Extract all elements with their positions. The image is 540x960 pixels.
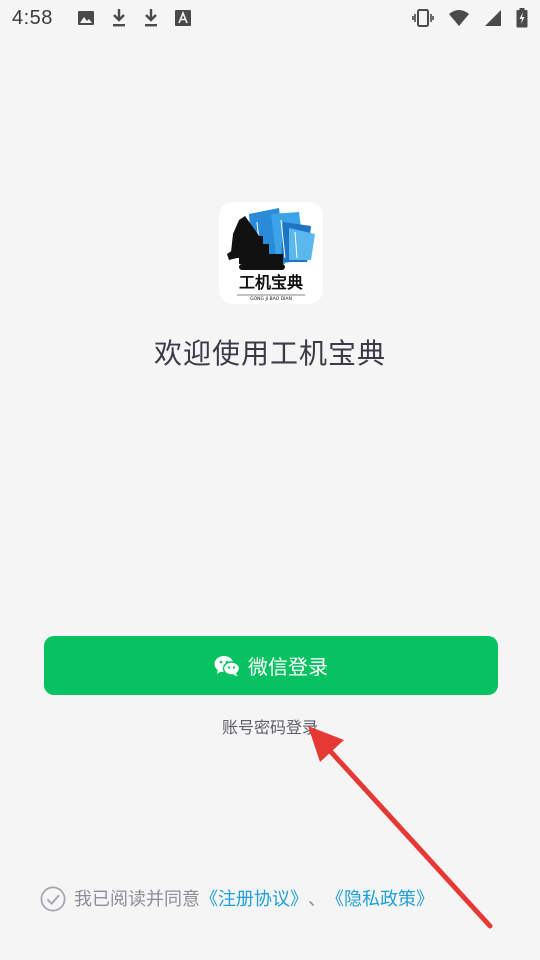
status-bar: 4:58 xyxy=(0,0,540,36)
wechat-login-button[interactable]: 微信登录 xyxy=(44,636,498,695)
agreement-row: 我已阅读并同意 《注册协议》 、 《隐私政策》 xyxy=(40,885,434,912)
logo-subtext: GONG JI BAO DIAN xyxy=(250,296,292,302)
wechat-login-label: 微信登录 xyxy=(248,655,328,679)
battery-charging-icon xyxy=(516,8,528,28)
check-circle-icon[interactable] xyxy=(40,885,66,912)
privacy-policy-link[interactable]: 《隐私政策》 xyxy=(326,885,434,911)
agreement-prefix: 我已阅读并同意 xyxy=(74,889,200,910)
wechat-icon xyxy=(214,655,240,677)
account-password-login-link[interactable]: 账号密码登录 xyxy=(0,714,540,738)
welcome-title: 欢迎使用工机宝典 xyxy=(153,337,386,370)
system-icons xyxy=(412,8,528,28)
download-icon xyxy=(111,8,127,28)
vibrate-icon xyxy=(412,9,434,27)
terms-link[interactable]: 《注册协议》 xyxy=(200,885,308,911)
notification-icons xyxy=(77,8,191,28)
app-logo: 工机宝典 GONG JI BAO DIAN xyxy=(219,202,323,304)
wifi-icon xyxy=(448,9,470,27)
agreement-separator: 、 xyxy=(308,889,326,910)
image-icon xyxy=(77,9,95,27)
download-icon xyxy=(143,8,159,28)
logo-text: 工机宝典 xyxy=(239,273,303,292)
font-icon xyxy=(174,10,191,26)
signal-icon xyxy=(484,9,502,27)
login-screen: 4:58 工机宝典 GONG JI BAO DIAN 欢迎使用工机宝典 微信登录… xyxy=(0,0,540,960)
status-time: 4:58 xyxy=(12,6,53,29)
excavator-books-logo: 工机宝典 GONG JI BAO DIAN xyxy=(227,208,315,302)
